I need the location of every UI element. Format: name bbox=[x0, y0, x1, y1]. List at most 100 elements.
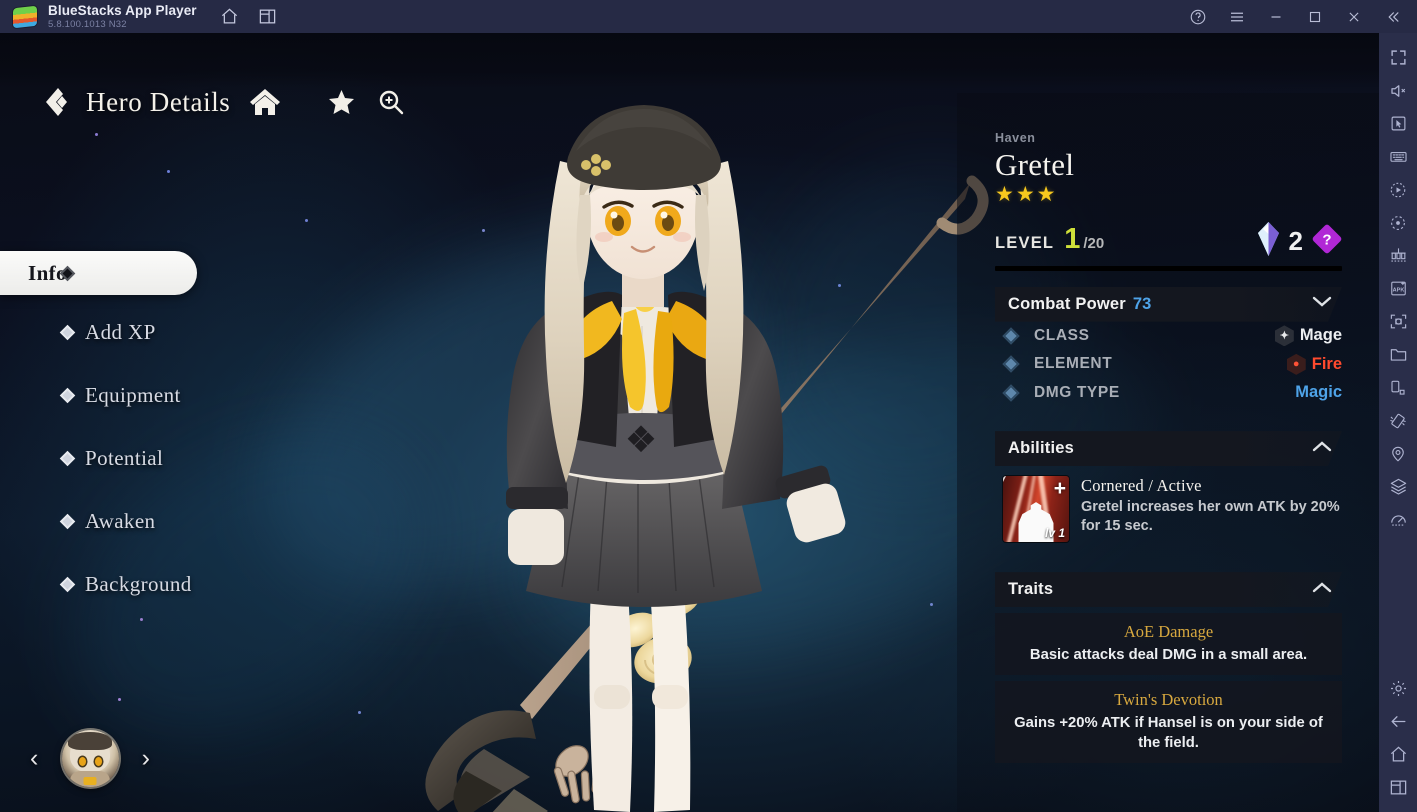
search-zoom-icon[interactable] bbox=[370, 81, 412, 123]
gem-count: 2 bbox=[1288, 226, 1303, 257]
performance-icon[interactable] bbox=[1381, 503, 1415, 536]
sidebar-item-info[interactable]: Info bbox=[0, 251, 197, 295]
multi-instance-manager-icon[interactable] bbox=[1381, 239, 1415, 272]
sidebar-item-awaken[interactable]: Awaken bbox=[0, 495, 260, 547]
media-folder-icon[interactable] bbox=[1381, 338, 1415, 371]
trait-item: AoE Damage Basic attacks deal DMG in a s… bbox=[995, 613, 1342, 676]
trait-name: Twin's Devotion bbox=[1114, 690, 1223, 710]
home-icon[interactable] bbox=[219, 6, 241, 28]
page-title: Hero Details bbox=[86, 86, 231, 117]
sidebar-item-potential[interactable]: Potential bbox=[0, 432, 260, 484]
home-icon[interactable] bbox=[244, 81, 286, 123]
glove-left bbox=[508, 509, 564, 565]
close-icon[interactable] bbox=[1340, 3, 1368, 31]
class-mage-icon: ✦ bbox=[1274, 325, 1294, 347]
diamond-bullet-icon bbox=[59, 450, 76, 466]
macro-record-icon[interactable] bbox=[1381, 173, 1415, 206]
svg-text:APK: APK bbox=[1392, 288, 1404, 294]
mute-icon[interactable] bbox=[1381, 74, 1415, 107]
home-icon[interactable] bbox=[1381, 738, 1415, 771]
favorite-star-icon[interactable] bbox=[320, 81, 362, 123]
location-icon[interactable] bbox=[1381, 437, 1415, 470]
trait-name: AoE Damage bbox=[1123, 622, 1214, 642]
cuff-left bbox=[506, 487, 568, 509]
star-icon: ★ bbox=[995, 182, 1014, 206]
app-root: BlueStacks App Player 5.8.100.1013 N32 H… bbox=[0, 0, 1417, 812]
hero-level-row: LEVEL 1 /20 2 ? bbox=[995, 221, 1342, 261]
stat-value-group: Magic bbox=[1295, 383, 1342, 402]
stat-row-class: CLASS ✦ Mage bbox=[995, 322, 1342, 351]
shake-icon[interactable] bbox=[1381, 404, 1415, 437]
window-controls bbox=[1184, 3, 1417, 31]
keyboard-controls-icon[interactable] bbox=[1381, 140, 1415, 173]
combat-power-label: Combat Power bbox=[1008, 294, 1126, 313]
traits-header[interactable]: Traits bbox=[995, 572, 1342, 607]
stat-key: CLASS bbox=[1034, 326, 1090, 344]
hero-rarity-stars: ★ ★ ★ bbox=[995, 184, 1342, 205]
star-icon: ★ bbox=[1036, 182, 1056, 206]
gem-group: 2 ? bbox=[1257, 221, 1342, 261]
bluestacks-app-title: BlueStacks App Player bbox=[48, 2, 197, 18]
avatar-bow bbox=[83, 776, 97, 785]
layers-icon[interactable] bbox=[1381, 470, 1415, 503]
combat-power-value: 73 bbox=[1132, 294, 1152, 313]
nav-label: Awaken bbox=[85, 508, 156, 533]
ability-cornered-icon: + lv 1 bbox=[1003, 476, 1069, 543]
prev-hero-button[interactable]: ‹ bbox=[30, 745, 38, 771]
diamond-bullet-icon bbox=[59, 324, 76, 340]
help-icon[interactable] bbox=[1184, 3, 1212, 31]
diamond-bullet-icon bbox=[59, 576, 76, 592]
bg-star bbox=[118, 698, 121, 701]
avatar-eye-left bbox=[78, 756, 86, 766]
minimize-icon[interactable] bbox=[1262, 3, 1290, 31]
abilities-header[interactable]: Abilities bbox=[995, 431, 1342, 466]
sidebar-item-add-xp[interactable]: Add XP bbox=[0, 306, 260, 358]
screenshot-icon[interactable] bbox=[1381, 305, 1415, 338]
question-diamond-icon[interactable]: ? bbox=[1312, 224, 1342, 259]
bg-star bbox=[167, 170, 170, 173]
diamond-bullet-icon bbox=[1002, 327, 1020, 345]
sidebar-item-background[interactable]: Background bbox=[0, 558, 260, 610]
abilities-label: Abilities bbox=[1008, 439, 1074, 458]
diamond-bullet-icon bbox=[59, 387, 76, 403]
multi-instance-icon[interactable] bbox=[257, 6, 279, 28]
svg-text:?: ? bbox=[1322, 231, 1331, 248]
stat-key: DMG TYPE bbox=[1034, 383, 1120, 401]
hero-name: Gretel bbox=[995, 147, 1075, 182]
game-header-row: Hero Details bbox=[34, 79, 412, 125]
traits-label: Traits bbox=[1008, 580, 1054, 599]
collapse-icon[interactable] bbox=[1379, 3, 1407, 31]
recents-icon[interactable] bbox=[1381, 771, 1415, 804]
menu-icon[interactable] bbox=[1223, 3, 1251, 31]
chevron-down-icon[interactable] bbox=[1312, 295, 1332, 313]
script-icon[interactable] bbox=[1381, 206, 1415, 239]
diamond-bullet-icon bbox=[59, 513, 76, 529]
avatar-hat bbox=[68, 731, 112, 750]
settings-gear-icon[interactable] bbox=[1381, 672, 1415, 705]
maximize-icon[interactable] bbox=[1301, 3, 1329, 31]
stat-key: ELEMENT bbox=[1034, 355, 1113, 373]
hero-avatar[interactable] bbox=[61, 729, 119, 787]
hero-faction: Haven bbox=[995, 131, 1036, 145]
next-hero-button[interactable]: › bbox=[142, 745, 150, 771]
stat-value: Mage bbox=[1299, 326, 1342, 345]
install-apk-icon[interactable]: APK bbox=[1381, 272, 1415, 305]
chevron-up-icon[interactable] bbox=[1312, 440, 1332, 458]
titlebar-icon-group bbox=[219, 6, 279, 28]
cursor-icon[interactable] bbox=[1381, 107, 1415, 140]
stat-value: Magic bbox=[1295, 383, 1342, 402]
ability-item[interactable]: + lv 1 Cornered / Active Gretel increase… bbox=[995, 466, 1342, 550]
sidebar-item-equipment[interactable]: Equipment bbox=[0, 369, 260, 421]
bg-star bbox=[305, 219, 308, 222]
combat-power-header[interactable]: Combat Power 73 bbox=[995, 287, 1342, 322]
bg-star bbox=[95, 133, 98, 136]
fullscreen-icon[interactable] bbox=[1381, 41, 1415, 74]
chevron-up-icon[interactable] bbox=[1312, 581, 1332, 599]
rotate-icon[interactable] bbox=[1381, 371, 1415, 404]
trait-description: Basic attacks deal DMG in a small area. bbox=[1029, 647, 1308, 664]
ability-level-badge: lv 1 bbox=[1044, 526, 1065, 541]
level-value: 1 bbox=[1064, 222, 1081, 255]
back-arrow-icon[interactable] bbox=[34, 79, 80, 125]
back-icon[interactable] bbox=[1381, 705, 1415, 738]
bluestacks-logo-icon bbox=[13, 5, 37, 28]
